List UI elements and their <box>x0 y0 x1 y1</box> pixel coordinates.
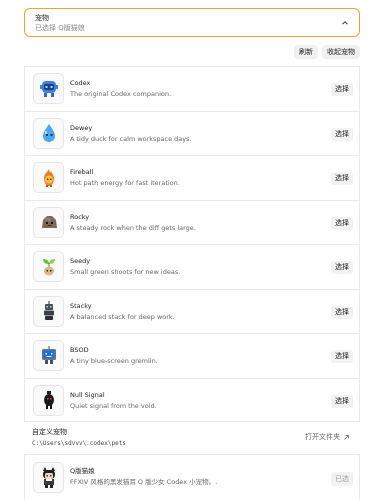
pet-list: Codex The original Codex companion. 选择 D… <box>24 66 360 422</box>
pet-item-bsod[interactable]: BSOD A tiny blue-screen gremlin. 选择 <box>24 333 360 378</box>
refresh-button[interactable]: 刷新 <box>294 45 318 59</box>
pet-name: Q版猫娘 <box>70 467 95 475</box>
select-button[interactable]: 选择 <box>331 394 353 408</box>
custom-pet-item[interactable]: Q版猫娘 FFXIV 风格的黑发猫耳 Q 版少女 Codex 小宠物。. 已选 <box>24 454 360 500</box>
pet-name: Rocky <box>70 212 90 221</box>
select-button[interactable]: 选择 <box>331 305 353 319</box>
pet-description: A tidy duck for calm workspace days. <box>70 134 192 143</box>
pet-selector-title: 宠物 <box>35 14 49 22</box>
catgirl-icon <box>33 462 64 493</box>
select-button[interactable]: 选择 <box>331 261 353 274</box>
pet-item-dewey[interactable]: Dewey A tidy duck for calm workspace day… <box>24 110 360 155</box>
pet-toolbar: 刷新 收起宠物 <box>294 45 360 59</box>
select-button[interactable]: 选择 <box>331 127 353 141</box>
pet-name: Dewey <box>70 123 93 132</box>
open-folder-label: 打开文件夹 <box>305 433 340 441</box>
pet-description: Small green shoots for new ideas. <box>70 268 181 276</box>
pet-description: A balanced stack for deep work. <box>70 312 175 321</box>
pet-item-stacky[interactable]: Stacky A balanced stack for deep work. 选… <box>24 288 360 333</box>
chevron-up-icon[interactable] <box>340 18 350 28</box>
selected-pet-label: 已选择 Q版猫娘 <box>35 24 85 32</box>
pet-item-rocky[interactable]: Rocky A steady rock when the diff gets l… <box>24 199 360 244</box>
pet-selector-header[interactable]: 宠物 已选择 Q版猫娘 <box>24 8 360 37</box>
pet-name: Stacky <box>70 301 92 310</box>
select-button[interactable]: 选择 <box>331 83 353 96</box>
null-signal-icon <box>33 384 64 416</box>
collapse-pets-button[interactable]: 收起宠物 <box>322 45 360 59</box>
blue-robot-icon <box>33 73 64 104</box>
stack-robot-icon <box>33 295 64 327</box>
pet-name: Codex <box>70 79 91 87</box>
pet-description: Hot path energy for fast iteration. <box>70 179 180 187</box>
select-button[interactable]: 选择 <box>331 172 353 185</box>
selected-badge: 已选 <box>331 472 353 486</box>
pet-description: A steady rock when the diff gets large. <box>70 223 196 232</box>
select-button[interactable]: 选择 <box>331 350 353 363</box>
custom-pets-title: 自定义宠物 <box>32 428 67 436</box>
water-drop-icon <box>33 117 64 149</box>
open-folder-link[interactable]: 打开文件夹 <box>305 432 350 442</box>
seedling-icon <box>33 251 64 282</box>
pet-item-null-signal[interactable]: Null Signal Quiet signal from the void. … <box>24 377 360 422</box>
select-button[interactable]: 选择 <box>331 216 353 230</box>
pet-description: A tiny blue-screen gremlin. <box>70 357 158 365</box>
rock-icon <box>33 206 64 238</box>
pet-name: BSOD <box>70 346 89 354</box>
pet-description: FFXIV 风格的黑发猫耳 Q 版少女 Codex 小宠物。. <box>70 478 218 486</box>
pet-item-seedy[interactable]: Seedy Small green shoots for new ideas. … <box>24 244 360 289</box>
pet-item-codex[interactable]: Codex The original Codex companion. 选择 <box>24 66 360 111</box>
external-arrow-icon <box>344 434 349 440</box>
custom-pets-section: 自定义宠物 C:\Users\sdvvv\.codex\pets 打开文件夹 <box>24 421 360 453</box>
pet-item-fireball[interactable]: Fireball Hot path energy for fast iterat… <box>24 155 360 200</box>
pet-description: The original Codex companion. <box>70 90 172 98</box>
custom-pets-path: C:\Users\sdvvv\.codex\pets <box>32 440 126 447</box>
bsod-monitor-icon <box>33 340 64 371</box>
pet-name: Null Signal <box>70 390 105 399</box>
pet-name: Fireball <box>70 168 94 176</box>
pet-name: Seedy <box>70 257 91 265</box>
pet-description: Quiet signal from the void. <box>70 401 157 410</box>
fireball-icon <box>33 162 64 193</box>
